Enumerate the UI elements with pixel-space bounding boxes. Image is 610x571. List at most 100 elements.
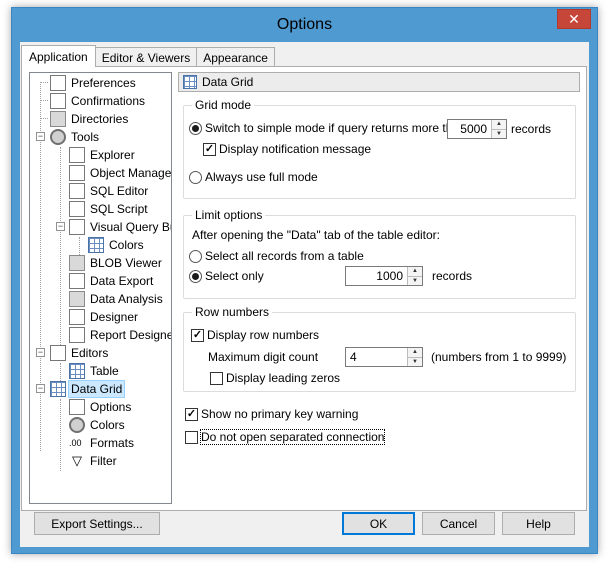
simple-mode-label: Switch to simple mode if query returns m… — [205, 121, 466, 135]
simple-mode-threshold-input[interactable] — [448, 120, 491, 138]
tree-item-designer[interactable]: Designer — [69, 308, 140, 326]
editors-collapse-toggle[interactable]: − — [36, 348, 45, 357]
tree-item-sql-editor[interactable]: SQL Editor — [69, 182, 150, 200]
tab-application[interactable]: Application — [21, 45, 96, 67]
ok-button[interactable]: OK — [342, 512, 415, 535]
select-all-option[interactable]: Select all records from a table — [189, 246, 364, 266]
notify-option[interactable]: ✓ Display notification message — [203, 140, 371, 158]
row-numbers-title: Row numbers — [192, 305, 273, 319]
select-only-option[interactable]: Select only — [189, 266, 264, 286]
tree-item-filter[interactable]: ▽ Filter — [69, 452, 119, 470]
select-only-stepper[interactable]: ▲▼ — [345, 266, 423, 286]
sql-editor-icon — [69, 183, 85, 199]
help-button[interactable]: Help — [502, 512, 575, 535]
grid-mode-group: Grid mode Switch to simple mode if query… — [183, 98, 576, 199]
simple-mode-threshold-stepper[interactable]: ▲▼ — [447, 119, 507, 139]
tree-item-data-grid[interactable]: Data Grid — [50, 380, 126, 398]
tree-item-label: Tools — [71, 130, 100, 144]
full-mode-option[interactable]: Always use full mode — [189, 167, 318, 187]
leading-zeros-checkbox[interactable] — [210, 371, 223, 385]
options-window: Options ✕ Application Editor & Viewers A… — [11, 7, 598, 554]
tree-item-tools[interactable]: Tools — [50, 128, 101, 146]
tree-item-editors[interactable]: Editors — [50, 344, 110, 362]
tab-appearance[interactable]: Appearance — [196, 47, 275, 67]
tree-item-label: Visual Query Builder — [90, 220, 171, 234]
stepper-arrows[interactable]: ▲ ▼ — [407, 267, 422, 285]
tree-item-label: Data Analysis — [90, 292, 163, 306]
tools-collapse-toggle[interactable]: − — [36, 132, 45, 141]
tree-item-vqb-colors[interactable]: Colors — [88, 236, 146, 254]
tree-item-explorer[interactable]: Explorer — [69, 146, 137, 164]
grid-mode-title: Grid mode — [192, 98, 255, 112]
select-all-label: Select all records from a table — [205, 249, 364, 263]
tab-strip: Application Editor & Viewers Appearance — [21, 45, 275, 67]
chevron-down-icon[interactable]: ▼ — [408, 275, 422, 285]
tree-item-label: Explorer — [90, 148, 135, 162]
explorer-icon — [69, 147, 85, 163]
no-separate-conn-checkbox[interactable] — [185, 430, 198, 444]
tree-item-label: SQL Script — [90, 202, 148, 216]
tree-item-data-export[interactable]: Data Export — [69, 272, 155, 290]
max-digit-stepper[interactable]: ▲▼ — [345, 347, 423, 367]
select-all-radio[interactable] — [189, 249, 202, 263]
chevron-up-icon[interactable]: ▲ — [408, 267, 422, 276]
chevron-down-icon[interactable]: ▼ — [492, 128, 506, 138]
tree-item-grid-colors[interactable]: Colors — [69, 416, 127, 434]
notify-checkbox[interactable]: ✓ — [203, 142, 216, 156]
tree-item-preferences[interactable]: Preferences — [50, 74, 138, 92]
chevron-up-icon[interactable]: ▲ — [408, 348, 422, 357]
tree-line — [60, 147, 61, 345]
tree-line — [40, 100, 48, 101]
tree-item-label: BLOB Viewer — [90, 256, 162, 270]
simple-mode-radio[interactable] — [189, 121, 202, 135]
tree-item-label: SQL Editor — [90, 184, 149, 198]
tree-item-label: Directories — [71, 112, 129, 126]
export-settings-button[interactable]: Export Settings... — [34, 512, 160, 535]
tree-item-report-designer[interactable]: Report Designer — [69, 326, 171, 344]
no-separate-conn-option[interactable]: Do not open separated connection — [185, 428, 386, 446]
stepper-arrows[interactable]: ▲ ▼ — [491, 120, 506, 138]
tree-item-directories[interactable]: Directories — [50, 110, 130, 128]
select-only-input[interactable] — [346, 267, 407, 285]
tree-item-table[interactable]: Table — [69, 362, 121, 380]
tree-item-blob-viewer[interactable]: BLOB Viewer — [69, 254, 164, 272]
tree-item-formats[interactable]: .00 Formats — [69, 434, 136, 452]
data-export-icon — [69, 273, 85, 289]
close-button[interactable]: ✕ — [557, 9, 591, 29]
tree-item-sql-script[interactable]: SQL Script — [69, 200, 150, 218]
stepper-arrows[interactable]: ▲ ▼ — [407, 348, 422, 366]
vqb-collapse-toggle[interactable]: − — [56, 222, 65, 231]
no-pk-warning-checkbox[interactable]: ✓ — [185, 407, 198, 421]
data-grid-icon — [50, 381, 66, 397]
chevron-down-icon[interactable]: ▼ — [408, 356, 422, 366]
max-digit-label: Maximum digit count — [208, 350, 319, 364]
tree-item-confirmations[interactable]: Confirmations — [50, 92, 147, 110]
no-separate-conn-label: Do not open separated connection — [199, 429, 386, 445]
no-pk-warning-option[interactable]: ✓ Show no primary key warning — [185, 405, 358, 423]
colors-icon — [88, 237, 104, 253]
max-digit-input[interactable] — [346, 348, 407, 366]
tab-editor-viewers[interactable]: Editor & Viewers — [94, 47, 198, 67]
tree-item-label: Formats — [90, 436, 135, 450]
tree-item-object-manager[interactable]: Object Manager — [69, 164, 171, 182]
display-row-numbers-checkbox[interactable]: ✓ — [191, 328, 204, 342]
display-row-numbers-option[interactable]: ✓ Display row numbers — [191, 326, 319, 344]
options-icon — [69, 399, 85, 415]
tree-item-data-analysis[interactable]: Data Analysis — [69, 290, 165, 308]
tree-item-visual-query-builder[interactable]: Visual Query Builder — [69, 218, 171, 236]
select-only-radio[interactable] — [189, 269, 202, 283]
cancel-button[interactable]: Cancel — [422, 512, 495, 535]
blob-viewer-icon — [69, 255, 85, 271]
title-bar[interactable]: Options — [12, 8, 597, 42]
tree-item-options[interactable]: Options — [69, 398, 133, 416]
datagrid-collapse-toggle[interactable]: − — [36, 384, 45, 393]
full-mode-radio[interactable] — [189, 170, 202, 184]
simple-mode-option[interactable]: Switch to simple mode if query returns m… — [189, 118, 466, 138]
tree-item-label: Designer — [90, 310, 139, 324]
designer-icon — [69, 309, 85, 325]
formats-icon: .00 — [69, 438, 82, 448]
tree-item-label: Colors — [109, 238, 144, 252]
leading-zeros-option[interactable]: Display leading zeros — [210, 369, 340, 387]
chevron-up-icon[interactable]: ▲ — [492, 120, 506, 129]
options-tree[interactable]: − − − − Preferences Confirmations Direct… — [29, 72, 172, 504]
